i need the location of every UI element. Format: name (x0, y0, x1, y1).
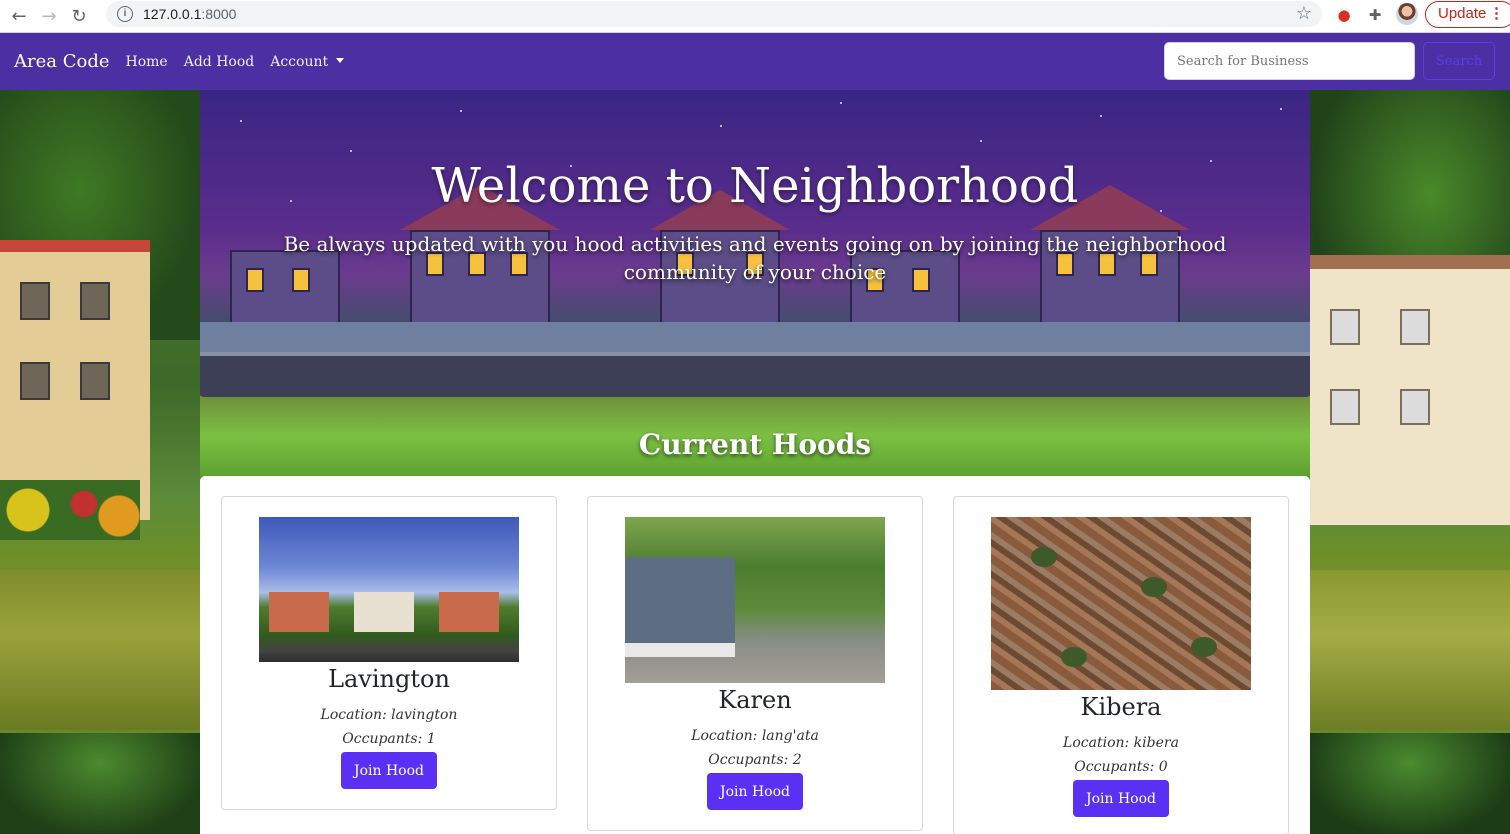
dropdown-caret-icon (336, 57, 345, 63)
hood-occupants: Occupants: 0 (1074, 759, 1168, 775)
puzzle-icon[interactable]: ✚ (1364, 4, 1386, 26)
bg-house (0, 240, 150, 520)
hero-subtitle: Be always updated with you hood activiti… (283, 232, 1227, 284)
bg-water (1310, 570, 1510, 730)
hood-image (259, 517, 519, 662)
join-hood-button[interactable]: Join Hood (1073, 780, 1169, 817)
nav-account-dropdown[interactable]: Account (270, 53, 345, 70)
join-hood-button[interactable]: Join Hood (707, 773, 803, 810)
browser-toolbar: ← → ↻ i 127.0.0.1:8000 ☆ ● ✚ Update ⋮ (0, 0, 1510, 33)
hero-title: Welcome to Neighborhood (431, 158, 1079, 214)
bg-flowers (0, 480, 140, 540)
hood-card: Kibera Location: kibera Occupants: 0 Joi… (953, 496, 1289, 834)
bg-house (1310, 255, 1510, 525)
url-port: :8000 (201, 6, 237, 22)
hero-road (200, 352, 1310, 397)
bg-water (0, 570, 200, 730)
nav-add-hood[interactable]: Add Hood (184, 54, 255, 70)
extension-icon[interactable]: ● (1333, 4, 1355, 26)
hood-image (991, 517, 1251, 690)
hood-location: Location: kibera (1063, 735, 1179, 751)
forward-arrow-icon[interactable]: → (34, 2, 64, 30)
hoods-panel: Lavington Location: lavington Occupants:… (200, 476, 1310, 834)
hero-sidewalk (200, 322, 1310, 352)
bg-trees (0, 733, 200, 834)
hero-banner: Welcome to Neighborhood Be always update… (200, 90, 1310, 397)
search-button[interactable]: Search (1423, 42, 1495, 80)
bookmark-star-icon[interactable]: ☆ (1296, 3, 1312, 24)
update-label: Update (1438, 5, 1487, 22)
hood-location: Location: lavington (320, 707, 458, 723)
info-icon[interactable]: i (117, 6, 133, 22)
hood-card: Karen Location: lang'ata Occupants: 2 Jo… (587, 496, 923, 831)
app-navbar: Area Code Home Add Hood Account Search (0, 33, 1510, 90)
nav-home[interactable]: Home (126, 54, 168, 70)
hood-card: Lavington Location: lavington Occupants:… (221, 496, 557, 810)
hood-occupants: Occupants: 1 (342, 731, 436, 747)
hood-name: Karen (718, 686, 792, 714)
url-host: 127.0.0.1 (143, 6, 202, 22)
update-button[interactable]: Update ⋮ (1425, 1, 1510, 28)
business-search-input[interactable] (1164, 42, 1415, 80)
address-bar[interactable]: i 127.0.0.1:8000 ☆ (106, 1, 1322, 27)
hood-occupants: Occupants: 2 (708, 752, 802, 768)
profile-avatar[interactable] (1396, 3, 1418, 25)
join-hood-button[interactable]: Join Hood (341, 752, 437, 789)
current-hoods-heading: Current Hoods (638, 428, 872, 461)
brand-logo-text[interactable]: Area Code (14, 51, 110, 72)
hood-name: Lavington (328, 665, 450, 693)
hood-image (625, 517, 885, 683)
reload-icon[interactable]: ↻ (64, 2, 94, 30)
bg-trees (1310, 733, 1510, 834)
back-arrow-icon[interactable]: ← (4, 2, 34, 30)
hood-name: Kibera (1080, 693, 1162, 721)
nav-account-label: Account (270, 53, 329, 70)
menu-dots-icon[interactable]: ⋮ (1489, 2, 1504, 26)
hood-location: Location: lang'ata (691, 728, 819, 744)
